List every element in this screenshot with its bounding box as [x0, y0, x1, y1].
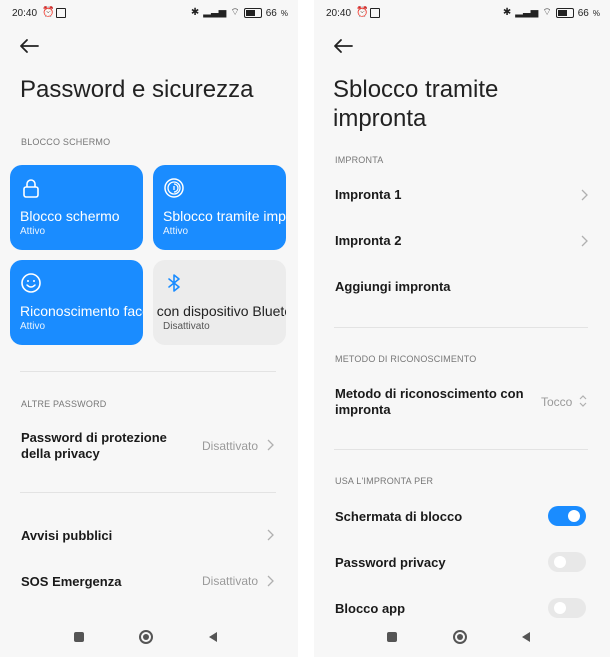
- wifi-icon: ⌔: [542, 7, 552, 18]
- divider: [334, 449, 588, 450]
- battery-level: 66: [577, 7, 589, 19]
- signal-icon: ▂▃▅: [203, 7, 227, 18]
- row-label: Metodo di riconoscimento con impronta: [335, 386, 524, 417]
- bluetooth-status-icon: ✱: [502, 7, 512, 18]
- toggle-password-privacy[interactable]: [548, 552, 586, 572]
- recents-button[interactable]: [74, 632, 84, 642]
- toggle-schermata-blocco[interactable]: [548, 506, 586, 526]
- page-title: Sblocco tramite impronta: [333, 76, 499, 132]
- toggle-blocco-app[interactable]: [548, 598, 586, 618]
- row-label: Impronta 1: [335, 187, 402, 202]
- row-label: Avvisi pubblici: [21, 528, 113, 543]
- home-button[interactable]: [453, 630, 467, 644]
- page-title: Password e sicurezza: [20, 76, 254, 103]
- back-nav-button[interactable]: [520, 631, 532, 643]
- row-label: SOS Emergenza: [21, 574, 122, 589]
- tile-status: Disattivato: [163, 321, 210, 332]
- alarm-icon: ⏰: [356, 7, 369, 18]
- section-header-metodo: METODO DI RICONOSCIMENTO: [335, 354, 477, 364]
- password-security-screen: 20:40 ⏰ ✱ ▂▃▅ ⌔ 66% Password e sicurezza…: [0, 0, 298, 657]
- tile-blocco-schermo[interactable]: Blocco schermo Attivo: [10, 165, 143, 250]
- wifi-icon: ⌔: [230, 7, 240, 18]
- back-nav-button[interactable]: [207, 631, 219, 643]
- notification-icon: [56, 8, 66, 18]
- status-bar: 20:40 ⏰ ✱ ▂▃▅ ⌔ 66%: [326, 6, 600, 22]
- bluetooth-icon: [168, 274, 180, 292]
- toggle-knob: [554, 602, 566, 614]
- status-time: 20:40: [326, 8, 352, 19]
- chevron-right-icon: [581, 235, 588, 247]
- tile-status: Attivo: [20, 321, 46, 332]
- chevron-right-icon: [267, 439, 274, 451]
- section-header-usa-impronta: USA L'IMPRONTA PER: [335, 476, 434, 486]
- fingerprint-unlock-screen: 20:40 ⏰ ✱ ▂▃▅ ⌔ 66% Sblocco tramite impr…: [314, 0, 610, 657]
- tile-label: Sblocco tramite impronta: [163, 208, 286, 224]
- home-button[interactable]: [139, 630, 153, 644]
- tile-riconoscimento-facciale[interactable]: Riconoscimento facciale Attivo: [10, 260, 143, 345]
- lock-icon: [23, 179, 39, 198]
- back-arrow-icon[interactable]: [332, 38, 354, 54]
- tile-status: Attivo: [163, 226, 189, 237]
- chevron-right-icon: [267, 529, 274, 541]
- face-icon: [21, 273, 41, 293]
- row-label: Aggiungi impronta: [335, 279, 451, 294]
- tile-label: Sblocco con dispositivo Bluetooth: [153, 303, 286, 319]
- battery-icon: [555, 8, 574, 18]
- alarm-icon: ⏰: [42, 7, 55, 18]
- section-header-impronta: IMPRONTA: [335, 155, 384, 165]
- battery-level: 66: [265, 7, 277, 19]
- divider: [20, 492, 276, 493]
- row-label: Password privacy: [335, 555, 446, 570]
- back-arrow-icon[interactable]: [18, 38, 40, 54]
- battery-percent-sign: %: [592, 8, 600, 18]
- tile-label: Blocco schermo: [20, 208, 120, 224]
- recents-button[interactable]: [387, 632, 397, 642]
- bluetooth-status-icon: ✱: [190, 7, 200, 18]
- row-label: Password di protezione della privacy: [21, 430, 167, 461]
- tile-status: Attivo: [20, 226, 46, 237]
- notification-icon: [370, 8, 380, 18]
- divider: [20, 371, 276, 372]
- row-label: Blocco app: [335, 601, 406, 616]
- row-value: Disattivato: [202, 439, 259, 453]
- fingerprint-icon: [164, 178, 184, 198]
- status-time: 20:40: [12, 8, 38, 19]
- toggle-knob: [568, 510, 580, 522]
- chevron-right-icon: [267, 575, 274, 587]
- row-value: Tocco: [541, 395, 573, 409]
- tile-dispositivo-bluetooth[interactable]: Sblocco con dispositivo Bluetooth Disatt…: [153, 260, 286, 345]
- status-bar: 20:40 ⏰ ✱ ▂▃▅ ⌔ 66%: [12, 6, 288, 22]
- row-value: Disattivato: [202, 574, 259, 588]
- tile-sblocco-impronta[interactable]: Sblocco tramite impronta Attivo: [153, 165, 286, 250]
- chevron-right-icon: [581, 189, 588, 201]
- divider: [334, 327, 588, 328]
- section-header-blocco-schermo: BLOCCO SCHERMO: [21, 137, 111, 147]
- toggle-knob: [554, 556, 566, 568]
- row-label: Schermata di blocco: [335, 509, 463, 524]
- signal-icon: ▂▃▅: [515, 7, 539, 18]
- row-label: Impronta 2: [335, 233, 402, 248]
- battery-percent-sign: %: [280, 8, 288, 18]
- battery-icon: [243, 8, 262, 18]
- tile-label: Riconoscimento facciale: [20, 303, 143, 319]
- chevron-up-down-icon: [579, 395, 587, 407]
- section-header-altre-password: ALTRE PASSWORD: [21, 399, 107, 409]
